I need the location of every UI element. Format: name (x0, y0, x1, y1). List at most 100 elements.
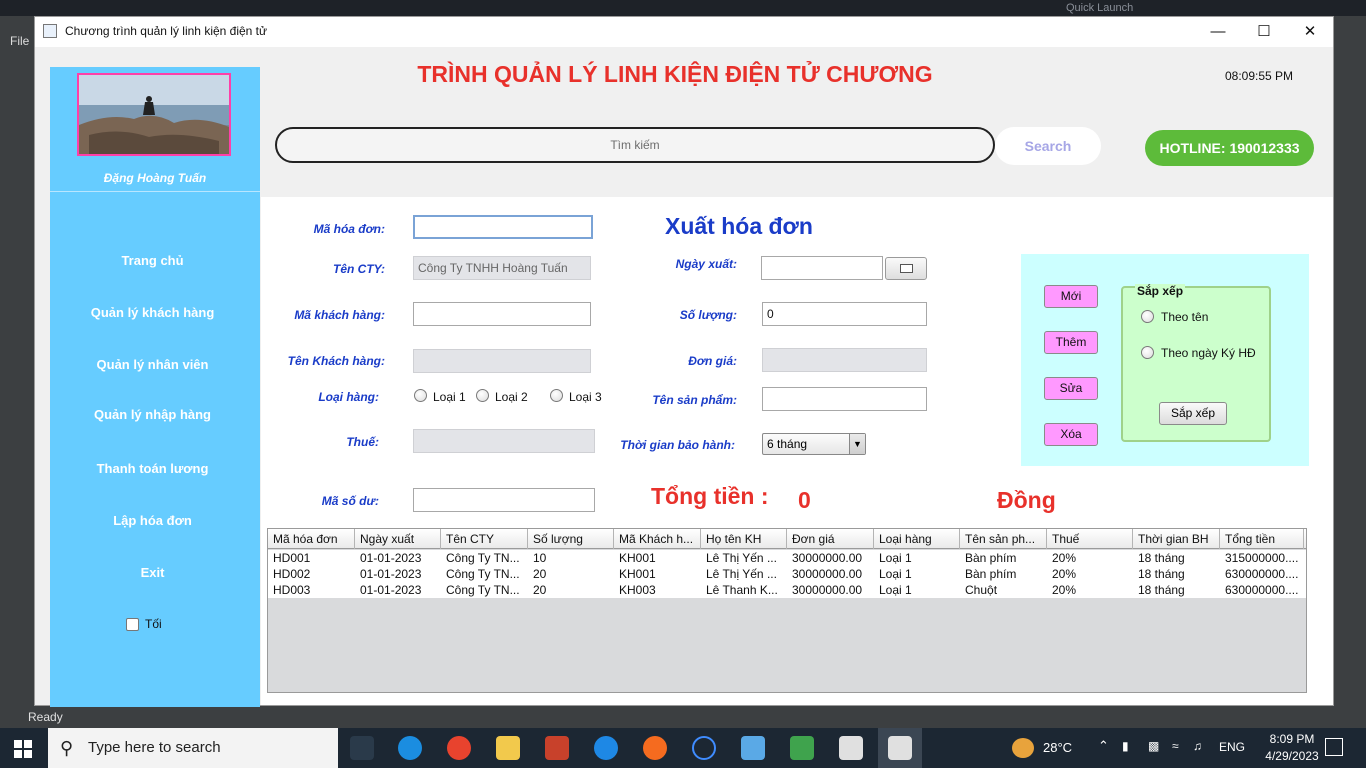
notification-icon[interactable] (1325, 738, 1343, 756)
table-cell: Chuột (965, 583, 998, 597)
category-radio-1[interactable] (414, 389, 427, 402)
total-label: Tổng tiền : (651, 483, 769, 509)
table-column-header[interactable]: Tên sản ph... (960, 529, 1047, 549)
ide-status-bar: Ready (0, 706, 1366, 728)
powerpoint-icon[interactable] (545, 736, 569, 760)
table-cell: Công Ty TN... (446, 583, 520, 597)
firefox-icon[interactable] (643, 736, 667, 760)
date-field[interactable] (761, 256, 883, 280)
sidebar-item-employees[interactable]: Quản lý nhân viên (50, 357, 255, 372)
table-column-header[interactable]: Mã Khách h... (614, 529, 701, 549)
table-cell: HD003 (273, 583, 311, 597)
sort-by-date-radio[interactable] (1141, 346, 1154, 359)
sort-button[interactable]: Sắp xếp (1159, 402, 1227, 425)
table-column-header[interactable]: Thời gian BH (1133, 529, 1220, 549)
table-column-header[interactable]: Họ tên KH (701, 529, 787, 549)
minimize-icon[interactable]: — (1195, 21, 1241, 43)
ide-right-panel (1334, 16, 1366, 706)
volume-icon[interactable]: ♫ (1193, 739, 1202, 753)
box-app-icon[interactable] (741, 736, 765, 760)
search-button[interactable]: Search (995, 127, 1101, 165)
sort-by-name-radio[interactable] (1141, 310, 1154, 323)
table-row[interactable]: HD003 01-01-2023 Công Ty TN... 20 KH003 Lê Th… (268, 582, 1306, 598)
table-cell: 20% (1052, 567, 1077, 581)
date-label: Ngày xuất: (675, 257, 737, 271)
sidebar-item-home[interactable]: Trang chủ (50, 253, 255, 268)
sidebar-item-customers[interactable]: Quản lý khách hàng (50, 305, 255, 320)
wifi-icon[interactable]: ≈ (1172, 739, 1179, 753)
search-input[interactable]: Tìm kiếm (275, 127, 995, 163)
table-column-header[interactable]: Thuế (1047, 529, 1133, 549)
taskbar-date[interactable]: 4/29/2023 (1254, 749, 1330, 763)
battery-icon[interactable]: ▩ (1148, 739, 1159, 753)
sidebar-item-imports[interactable]: Quản lý nhập hàng (50, 407, 255, 422)
windows-start-icon[interactable] (14, 740, 32, 758)
product-field[interactable] (762, 387, 927, 411)
edit-button[interactable]: Sửa (1044, 377, 1098, 400)
table-cell: HD001 (273, 551, 311, 565)
table-column-header[interactable]: Ngày xuất (355, 529, 441, 549)
zalo-icon[interactable] (594, 736, 618, 760)
table-cell: 30000000.00 (792, 551, 863, 565)
product-label: Tên sản phẩm: (652, 393, 737, 407)
category-radio-3[interactable] (550, 389, 563, 402)
tax-label: Thuế: (346, 435, 379, 449)
table-column-header[interactable]: Đơn giá (787, 529, 874, 549)
category-radio-2[interactable] (476, 389, 489, 402)
taskbar-time[interactable]: 8:09 PM (1262, 732, 1322, 746)
chrome-icon[interactable] (447, 736, 471, 760)
sidebar-item-payroll[interactable]: Thanh toán lương (50, 461, 255, 476)
invoice-id-field[interactable] (413, 215, 593, 239)
search-app-icon[interactable] (692, 736, 716, 760)
close-icon[interactable]: ✕ (1287, 21, 1333, 43)
table-cell: KH001 (619, 551, 656, 565)
network-icon[interactable]: ▮ (1122, 739, 1129, 753)
calendar-button[interactable] (885, 257, 927, 280)
total-value: 0 (798, 487, 811, 513)
table-cell: Công Ty TN... (446, 551, 520, 565)
table-column-header[interactable]: Số lượng (528, 529, 614, 549)
tray-up-icon[interactable]: ⌃ (1098, 738, 1109, 754)
table-column-header[interactable]: Tên CTY (441, 529, 528, 549)
new-button[interactable]: Mới (1044, 285, 1098, 308)
task-view-icon[interactable] (350, 736, 374, 760)
java-icon (888, 736, 912, 760)
table-column-header[interactable]: Tổng tiền (1220, 529, 1304, 549)
price-field[interactable] (762, 348, 927, 372)
sidebar-item-exit[interactable]: Exit (50, 565, 255, 580)
table-column-header[interactable]: Mã hóa đơn (268, 529, 355, 549)
tool-app-icon[interactable] (790, 736, 814, 760)
company-field[interactable]: Công Ty TNHH Hoàng Tuấn (413, 256, 591, 280)
file-explorer-icon[interactable] (496, 736, 520, 760)
maximize-icon[interactable]: ☐ (1241, 21, 1287, 43)
dark-mode-checkbox[interactable] (126, 618, 139, 631)
weather-icon[interactable] (1012, 738, 1034, 758)
customer-id-field[interactable] (413, 302, 591, 326)
edge-icon[interactable] (398, 736, 422, 760)
language-indicator[interactable]: ENG (1219, 740, 1245, 754)
quantity-field[interactable]: 0 (762, 302, 927, 326)
customer-name-field[interactable] (413, 349, 591, 373)
table-cell: 01-01-2023 (360, 583, 422, 597)
warranty-select-value: 6 tháng (767, 437, 808, 451)
quick-launch-label[interactable]: Quick Launch (1066, 2, 1133, 14)
taskbar-search-input[interactable]: ⚲ Type here to search (48, 728, 338, 768)
balance-field[interactable] (413, 488, 595, 512)
ide-file-menu[interactable]: File (10, 34, 29, 48)
table-column-header[interactable]: Loại hàng (874, 529, 960, 549)
weather-temp[interactable]: 28°C (1043, 740, 1072, 755)
tax-field[interactable] (413, 429, 595, 453)
java-icon[interactable] (839, 736, 863, 760)
table-cell: Bàn phím (965, 551, 1017, 565)
sidebar-item-invoice[interactable]: Lập hóa đơn (50, 513, 255, 528)
active-java-app[interactable] (878, 728, 922, 768)
warranty-select[interactable]: 6 tháng ▼ (762, 433, 866, 455)
delete-button[interactable]: Xóa (1044, 423, 1098, 446)
warranty-label: Thời gian bảo hành: (620, 438, 735, 452)
chevron-down-icon[interactable]: ▼ (849, 434, 865, 454)
table-row[interactable]: HD001 01-01-2023 Công Ty TN... 10 KH001 Lê Th… (268, 550, 1306, 566)
window-titlebar[interactable]: Chương trình quản lý linh kiện điện tử —… (35, 17, 1333, 47)
table-row[interactable]: HD002 01-01-2023 Công Ty TN... 20 KH001 Lê Th… (268, 566, 1306, 582)
invoice-table[interactable]: Mã hóa đơn Ngày xuất Tên CTY Số lượng Mã Khá… (267, 528, 1307, 693)
add-button[interactable]: Thêm (1044, 331, 1098, 354)
